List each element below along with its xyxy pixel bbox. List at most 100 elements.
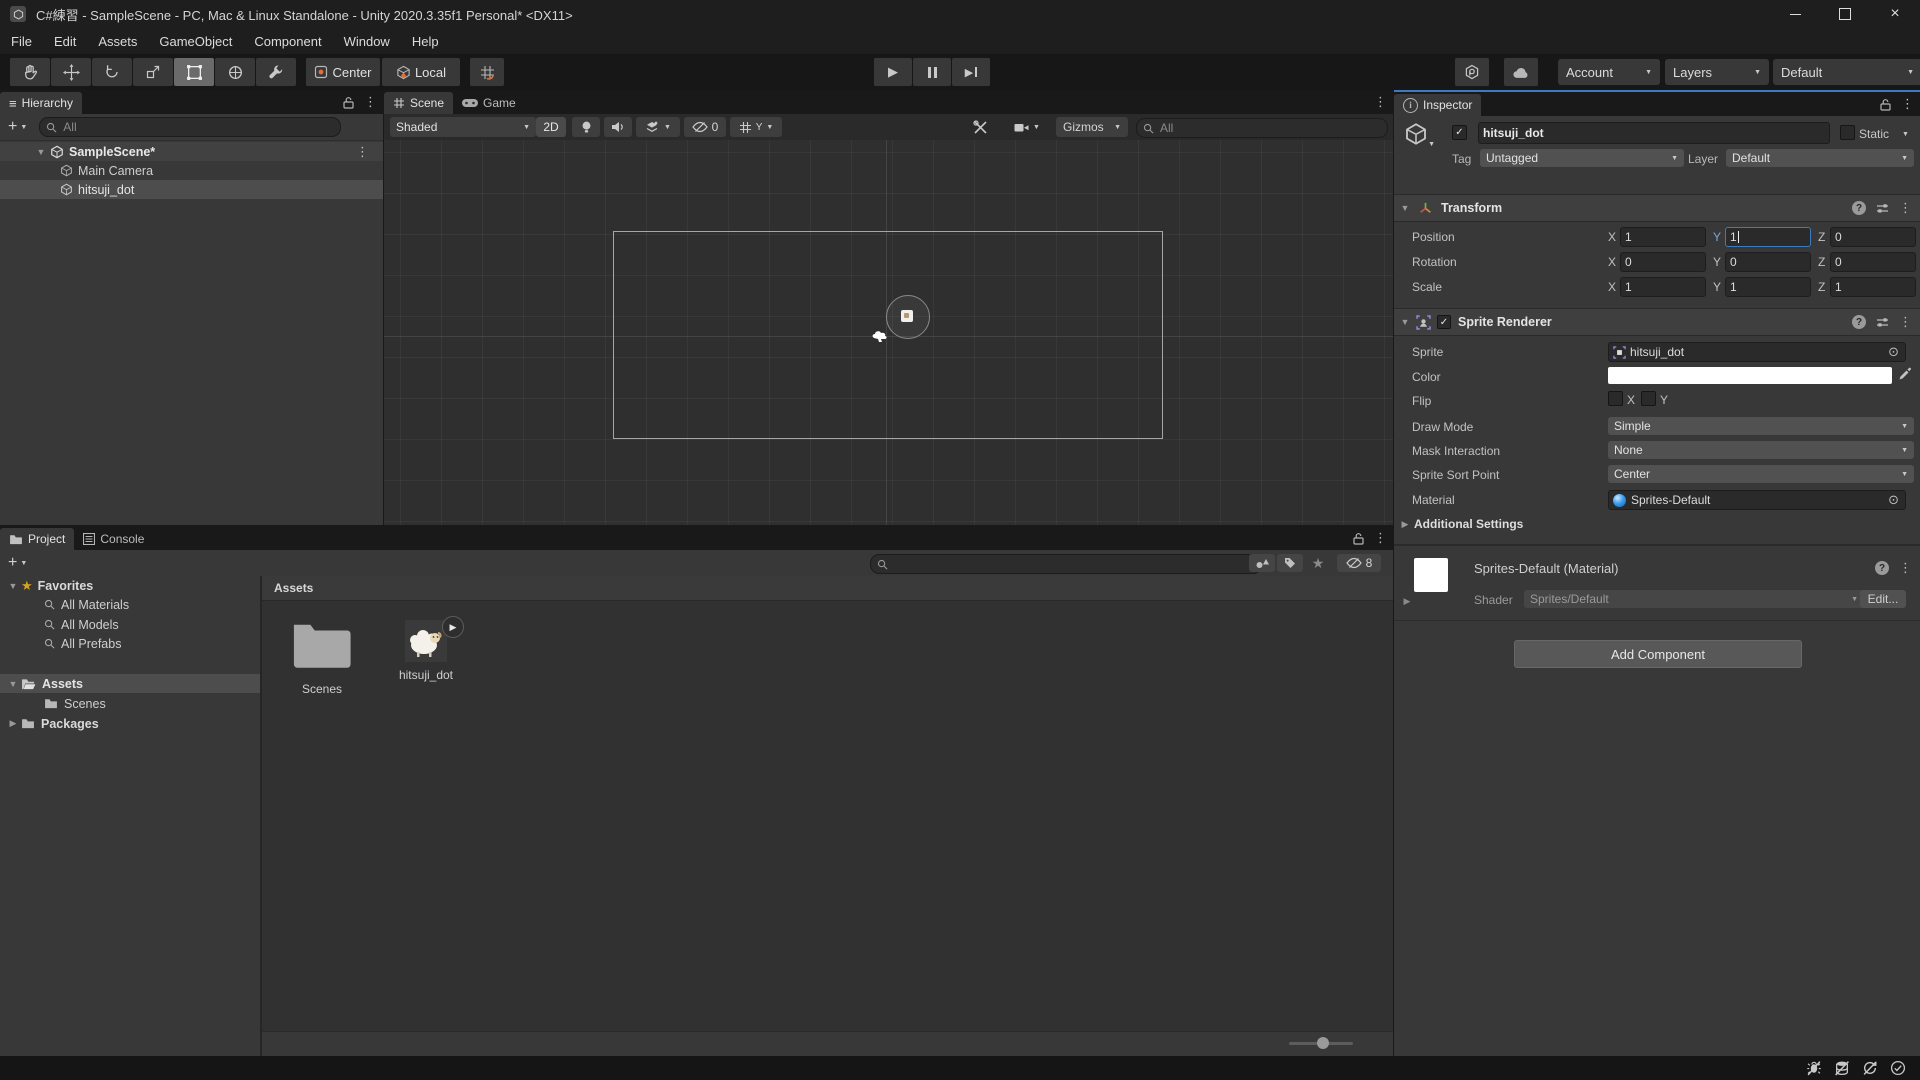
scene-viewport[interactable] [384,140,1393,525]
hierarchy-search-input[interactable] [61,119,335,135]
asset-item-scenes[interactable]: Scenes [276,620,368,696]
sprite-sort-point-dropdown[interactable]: Center ▼ [1608,465,1914,483]
favorite-all-materials[interactable]: All Materials [0,595,260,614]
material-foldout-icon[interactable]: ▶ [1402,596,1412,607]
step-button[interactable]: ▶ [952,58,990,86]
create-dropdown-icon[interactable]: ▼ [20,560,27,567]
gameobject-name-field[interactable]: hitsuji_dot [1478,122,1830,144]
rect-tool-button[interactable] [174,58,214,86]
menu-help[interactable]: Help [401,28,450,54]
account-dropdown[interactable]: Account ▼ [1558,59,1660,85]
tab-console[interactable]: Console [74,528,153,550]
draw-mode-dropdown[interactable]: Simple ▼ [1608,417,1914,435]
progress-ok-icon[interactable] [1890,1060,1906,1076]
eyedropper-icon[interactable] [1898,367,1912,381]
toggle-2d-button[interactable]: 2D [536,117,566,137]
grid-snap-button[interactable] [470,58,504,86]
rotation-y-field[interactable]: 0 [1725,252,1811,272]
close-button[interactable]: × [1870,0,1920,28]
sprite-object-field[interactable]: hitsuji_dot ⊙ [1608,342,1906,362]
position-x-field[interactable]: 1 [1620,227,1706,247]
kebab-menu-icon[interactable]: ⋮ [1374,530,1387,546]
minimize-button[interactable] [1770,0,1820,28]
add-component-button[interactable]: Add Component [1514,640,1802,668]
hierarchy-search[interactable] [39,117,342,137]
foldout-open-icon[interactable]: ▼ [8,581,18,591]
additional-settings-foldout[interactable]: ▶ Additional Settings [1394,514,1920,534]
effects-toggle-button[interactable]: ▼ [636,117,680,137]
rotation-x-field[interactable]: 0 [1620,252,1706,272]
static-checkbox[interactable] [1840,125,1855,140]
kebab-menu-icon[interactable]: ⋮ [356,144,369,160]
sprite-renderer-header[interactable]: ▼ ✓ Sprite Renderer ? ⋮ [1394,308,1920,336]
foldout-open-icon[interactable]: ▼ [1400,317,1410,327]
cache-server-disabled-icon[interactable] [1834,1060,1850,1076]
menu-component[interactable]: Component [243,28,332,54]
help-icon[interactable]: ? [1875,561,1889,575]
create-dropdown-icon[interactable]: ▼ [20,124,27,131]
foldout-open-icon[interactable]: ▼ [1400,203,1410,213]
scale-x-field[interactable]: 1 [1620,277,1706,297]
color-swatch[interactable] [1608,367,1892,384]
menu-gameobject[interactable]: GameObject [148,28,243,54]
lock-icon[interactable] [1880,98,1891,111]
thumbnail-size-slider[interactable] [1289,1037,1353,1049]
shading-mode-dropdown[interactable]: Shaded ▼ [390,117,536,137]
project-search-input[interactable] [892,556,1255,572]
maximize-button[interactable] [1820,0,1870,28]
scene-search-input[interactable] [1158,120,1381,136]
asset-play-badge[interactable]: ▶ [442,616,464,638]
lock-icon[interactable] [343,96,354,109]
menu-edit[interactable]: Edit [43,28,87,54]
active-checkbox[interactable]: ✓ [1452,125,1467,140]
material-preview-swatch[interactable] [1414,558,1448,592]
favorites-filter-button[interactable]: ★ [1305,554,1331,572]
shader-dropdown[interactable]: Sprites/Default ▼ [1524,590,1864,608]
kebab-menu-icon[interactable]: ⋮ [364,94,377,110]
hierarchy-item-hitsuji-dot[interactable]: hitsuji_dot [0,180,383,199]
mask-interaction-dropdown[interactable]: None ▼ [1608,441,1914,459]
play-button[interactable]: ▶ [874,58,912,86]
tree-scenes-folder[interactable]: Scenes [0,694,260,713]
scene-row[interactable]: ▼ SampleScene* ⋮ [0,142,383,161]
layers-dropdown[interactable]: Layers ▼ [1665,59,1769,85]
tree-assets-root[interactable]: ▼ Assets [0,674,260,693]
pivot-toggle-button[interactable]: Center [306,58,380,86]
object-picker-icon[interactable]: ⊙ [1888,492,1899,508]
kebab-menu-icon[interactable]: ⋮ [1899,200,1912,216]
scene-visibility-button[interactable]: 0 [684,117,726,137]
menu-assets[interactable]: Assets [87,28,148,54]
material-object-field[interactable]: Sprites-Default ⊙ [1608,490,1906,510]
scale-z-field[interactable]: 1 [1830,277,1916,297]
help-icon[interactable]: ? [1852,201,1866,215]
debugger-disabled-icon[interactable] [1806,1060,1822,1076]
lighting-toggle-button[interactable] [572,117,600,137]
presets-icon[interactable] [1876,316,1889,329]
position-y-field[interactable]: 1 [1725,227,1811,247]
tree-packages-root[interactable]: ▶ Packages [0,714,260,733]
grid-visibility-button[interactable]: Y ▼ [730,117,782,137]
rotation-z-field[interactable]: 0 [1830,252,1916,272]
object-picker-icon[interactable]: ⊙ [1888,344,1899,360]
kebab-menu-icon[interactable]: ⋮ [1901,96,1914,112]
version-control-button[interactable] [1455,58,1489,86]
search-by-label-button[interactable] [1277,554,1303,572]
kebab-menu-icon[interactable]: ⋮ [1899,560,1912,576]
position-z-field[interactable]: 0 [1830,227,1916,247]
slider-knob[interactable] [1317,1037,1329,1049]
foldout-open-icon[interactable]: ▼ [36,147,46,157]
static-dropdown-icon[interactable]: ▼ [1902,131,1909,138]
scene-tools-button[interactable] [962,117,998,137]
orientation-toggle-button[interactable]: Local [382,58,460,86]
create-button[interactable]: + [8,554,17,572]
pause-button[interactable] [913,58,951,86]
tab-project[interactable]: Project [0,528,75,550]
tab-inspector[interactable]: i Inspector [1394,94,1482,116]
gizmos-dropdown[interactable]: Gizmos ▼ [1056,117,1128,137]
kebab-menu-icon[interactable]: ⋮ [1374,94,1387,110]
tab-hierarchy[interactable]: ≡ Hierarchy [0,92,82,114]
favorite-all-prefabs[interactable]: All Prefabs [0,634,260,653]
scene-camera-settings-button[interactable]: ▼ [1004,117,1050,137]
flip-x-checkbox[interactable] [1608,391,1623,406]
kebab-menu-icon[interactable]: ⋮ [1899,314,1912,330]
